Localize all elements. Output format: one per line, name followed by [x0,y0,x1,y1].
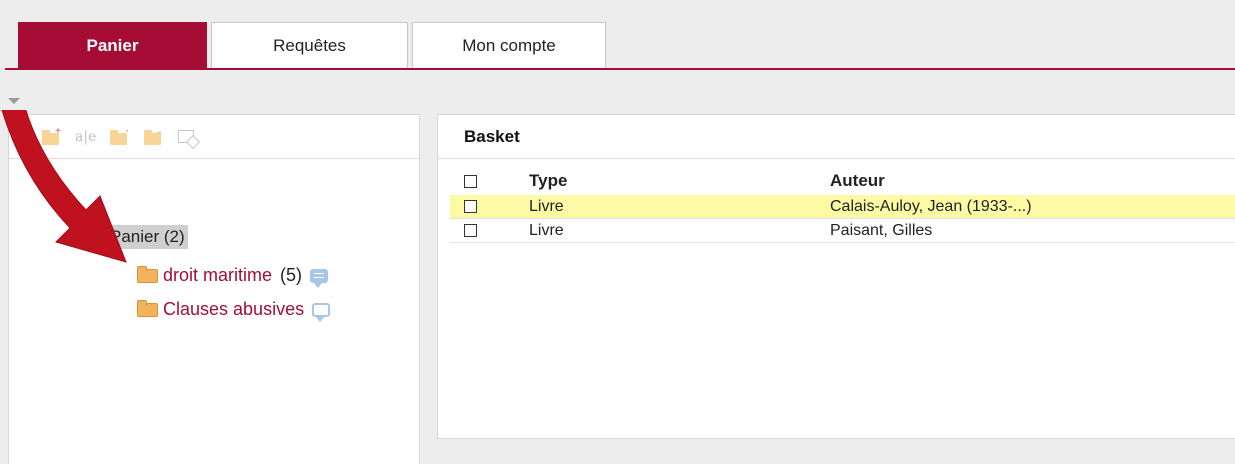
cell-auteur: Paisant, Gilles [830,221,933,239]
tab-bar: Panier Requêtes Mon compte [18,22,610,69]
table-header-row: Type Auteur [450,167,1235,195]
column-header-auteur[interactable]: Auteur [830,171,885,191]
tree-root-label[interactable]: Panier (2) [107,225,188,249]
rename-icon[interactable]: a|e [75,127,96,147]
tree-toolbar: + a|e · → [9,115,419,159]
cell-type: Livre [529,221,564,239]
tree-item-droit-maritime[interactable]: droit maritime (5) [137,265,329,288]
basket-table: Type Auteur Livre Calais-Auloy, Jean (19… [450,167,1235,243]
tree-item-clauses-abusives[interactable]: Clauses abusives [137,299,331,322]
tab-underline [5,68,1235,70]
tab-panier[interactable]: Panier [18,22,207,69]
cell-type: Livre [529,197,564,215]
collapse-arrow-icon[interactable] [8,98,20,104]
basket-title: Basket [438,115,1235,159]
cell-auteur: Calais-Auloy, Jean (1933-...) [830,197,1032,215]
comment-filled-icon[interactable] [310,268,329,288]
tree-item-count: (5) [280,265,303,285]
column-header-type[interactable]: Type [529,171,567,191]
basket-panel: Basket Type Auteur Livre Calais-Auloy, J… [437,114,1235,439]
folder-icon [137,299,158,317]
select-all-checkbox[interactable] [464,174,477,188]
tree-item-label[interactable]: droit maritime [163,265,272,286]
tree-item-label[interactable]: Clauses abusives [163,299,304,320]
tab-requetes[interactable]: Requêtes [211,22,408,69]
folder-icon [137,265,158,283]
folder-tree-panel: + a|e · → Panier (2) droit maritime (5) [8,114,420,464]
row-checkbox[interactable] [464,200,477,213]
copy-folder-icon[interactable]: · [109,126,129,147]
export-icon[interactable] [177,127,197,147]
comment-empty-icon[interactable] [312,302,331,322]
folder-open-icon [79,225,101,245]
tab-mon-compte[interactable]: Mon compte [412,22,606,69]
row-checkbox[interactable] [464,224,477,237]
table-row[interactable]: Livre Calais-Auloy, Jean (1933-...) [450,195,1235,219]
new-folder-icon[interactable]: + [41,126,61,147]
tree-root-panier[interactable]: Panier (2) [79,225,188,249]
move-folder-icon[interactable]: → [143,126,163,147]
table-row[interactable]: Livre Paisant, Gilles [450,219,1235,243]
